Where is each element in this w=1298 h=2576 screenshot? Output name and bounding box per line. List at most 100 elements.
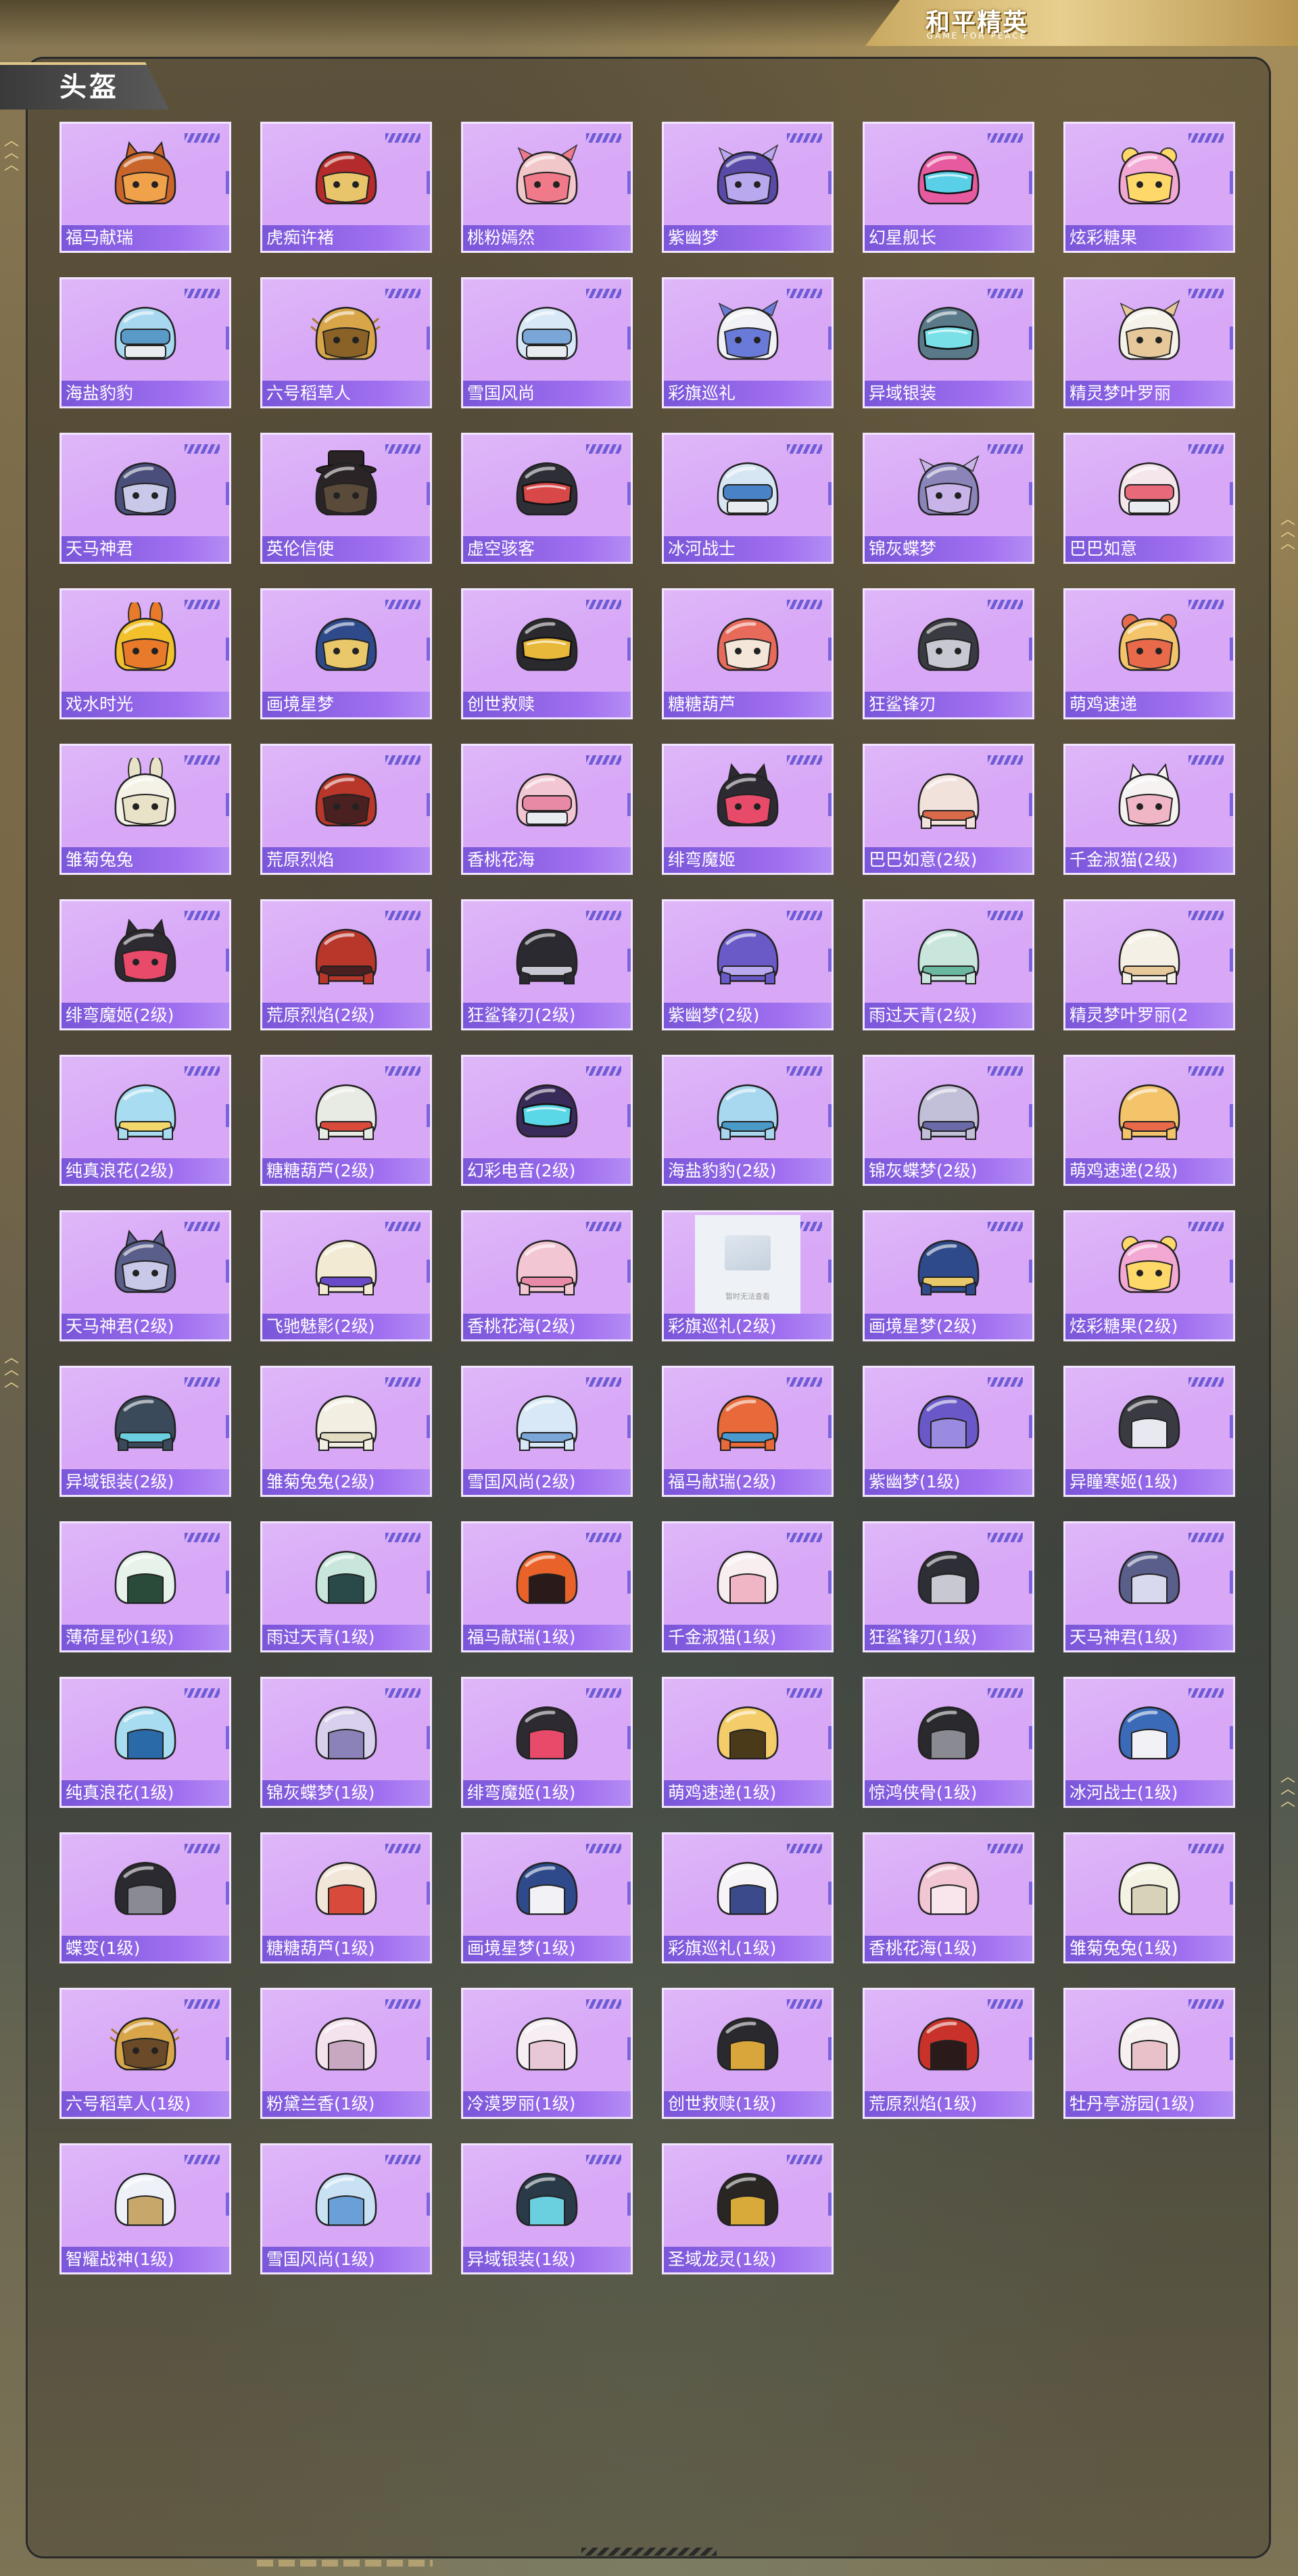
helmet-card[interactable]: 海盐豹豹 (59, 277, 231, 408)
helmet-card[interactable]: 紫幽梦(1级) (863, 1366, 1034, 1497)
helmet-card[interactable]: 海盐豹豹(2级) (662, 1055, 834, 1186)
helmet-card[interactable]: 福马献瑞(2级) (662, 1366, 834, 1497)
card-stripes (1188, 444, 1224, 454)
helmet-card[interactable]: 冷漠罗丽(1级) (461, 1988, 633, 2119)
helmet-card[interactable]: 英伦信使 (260, 433, 432, 564)
helmet-card[interactable]: 彩旗巡礼(1级) (662, 1832, 834, 1963)
helmet-card[interactable]: 紫幽梦 (662, 122, 834, 253)
helmet-name: 异域银装(1级) (463, 2247, 631, 2272)
helmet-card[interactable]: 香桃花海(2级) (461, 1210, 633, 1341)
card-side-tick (627, 1104, 631, 1127)
helmet-card[interactable]: 画境星梦(1级) (461, 1832, 633, 1963)
helmet-card[interactable]: 糖糖葫芦(1级) (260, 1832, 432, 1963)
helmet-card[interactable]: 雏菊兔兔(2级) (260, 1366, 432, 1497)
helmet-card[interactable]: 天马神君(2级) (59, 1210, 231, 1341)
helmet-card[interactable]: 锦灰蝶梦(2级) (863, 1055, 1034, 1186)
helmet-card[interactable]: 桃粉嫣然 (461, 122, 633, 253)
card-side-tick (1029, 1882, 1032, 1905)
helmet-card[interactable]: 幻彩电音(2级) (461, 1055, 633, 1186)
helmet-card[interactable]: 牡丹亭游园(1级) (1063, 1988, 1235, 2119)
card-stripes (988, 1222, 1023, 1231)
card-stripes (185, 1844, 220, 1853)
helmet-card[interactable]: 千金淑猫(2级) (1063, 744, 1235, 875)
helmet-card[interactable]: 圣域龙灵(1级) (662, 2143, 834, 2274)
helmet-card[interactable]: 粉黛兰香(1级) (260, 1988, 432, 2119)
card-stripes (1188, 600, 1224, 609)
helmet-name: 绯弯魔姬 (664, 847, 832, 873)
helmet-card[interactable]: 荒原烈焰 (260, 744, 432, 875)
card-side-tick (1029, 1726, 1032, 1749)
card-stripes (988, 1533, 1023, 1542)
helmet-card[interactable]: 精灵梦叶罗丽 (1063, 277, 1235, 408)
helmet-card[interactable]: 薄荷星砂(1级) (59, 1521, 231, 1652)
helmet-card[interactable]: 冰河战士(1级) (1063, 1677, 1235, 1808)
helmet-card[interactable]: 异域银装(2级) (59, 1366, 231, 1497)
helmet-card[interactable]: 香桃花海 (461, 744, 633, 875)
helmet-card[interactable]: 精灵梦叶罗丽(2 (1063, 899, 1235, 1030)
helmet-card[interactable]: 雪国风尚(1级) (260, 2143, 432, 2274)
helmet-card[interactable]: 糖糖葫芦 (662, 588, 834, 719)
helmet-name: 惊鸿侠骨(1级) (865, 1780, 1032, 1806)
helmet-card[interactable]: 狂鲨锋刃 (863, 588, 1034, 719)
helmet-card[interactable]: 锦灰蝶梦 (863, 433, 1034, 564)
helmet-icon (315, 151, 377, 205)
card-stripes (586, 2155, 621, 2164)
helmet-card[interactable]: 狂鲨锋刃(2级) (461, 899, 633, 1030)
helmet-card[interactable]: 雏菊兔兔 (59, 744, 231, 875)
helmet-card[interactable]: 画境星梦 (260, 588, 432, 719)
helmet-card[interactable]: 创世救赎 (461, 588, 633, 719)
helmet-card[interactable]: 戏水时光 (59, 588, 231, 719)
helmet-card[interactable]: 天马神君 (59, 433, 231, 564)
helmet-card[interactable]: 锦灰蝶梦(1级) (260, 1677, 432, 1808)
helmet-card[interactable]: 创世救赎(1级) (662, 1988, 834, 2119)
helmet-card[interactable]: 六号稻草人(1级) (59, 1988, 231, 2119)
helmet-card[interactable]: 巴巴如意 (1063, 433, 1235, 564)
helmet-card[interactable]: 六号稻草人 (260, 277, 432, 408)
helmet-card[interactable]: 绯弯魔姬(1级) (461, 1677, 633, 1808)
helmet-card[interactable]: 炫彩糖果(2级) (1063, 1210, 1235, 1341)
helmet-card[interactable]: 冰河战士 (662, 433, 834, 564)
helmet-card[interactable]: 雏菊兔兔(1级) (1063, 1832, 1235, 1963)
helmet-card[interactable]: 惊鸿侠骨(1级) (863, 1677, 1034, 1808)
helmet-card[interactable]: 绯弯魔姬(2级) (59, 899, 231, 1030)
helmet-card[interactable]: 虚空骇客 (461, 433, 633, 564)
card-side-tick (828, 1104, 832, 1127)
helmet-card[interactable]: 蝶变(1级) (59, 1832, 231, 1963)
helmet-card[interactable]: 福马献瑞(1级) (461, 1521, 633, 1652)
helmet-card[interactable]: 彩旗巡礼 (662, 277, 834, 408)
helmet-name: 虎痴许褚 (262, 225, 430, 251)
helmet-card[interactable]: 雨过天青(2级) (863, 899, 1034, 1030)
helmet-card[interactable]: 纯真浪花(2级) (59, 1055, 231, 1186)
helmet-card[interactable]: 雨过天青(1级) (260, 1521, 432, 1652)
helmet-card[interactable]: 雪国风尚 (461, 277, 633, 408)
helmet-card[interactable]: 炫彩糖果 (1063, 122, 1235, 253)
helmet-card[interactable]: 千金淑猫(1级) (662, 1521, 834, 1652)
helmet-card[interactable]: 荒原烈焰(1级) (863, 1988, 1034, 2119)
helmet-card[interactable]: 智耀战神(1级) (59, 2143, 231, 2274)
helmet-card[interactable]: 雪国风尚(2级) (461, 1366, 633, 1497)
helmet-card[interactable]: 异域银装(1级) (461, 2143, 633, 2274)
helmet-card[interactable]: 巴巴如意(2级) (863, 744, 1034, 875)
helmet-card[interactable]: 纯真浪花(1级) (59, 1677, 231, 1808)
helmet-card[interactable]: 虎痴许褚 (260, 122, 432, 253)
helmet-card[interactable]: 幻星舰长 (863, 122, 1034, 253)
helmet-card[interactable]: 画境星梦(2级) (863, 1210, 1034, 1341)
helmet-card[interactable]: 糖糖葫芦(2级) (260, 1055, 432, 1186)
helmet-card[interactable]: 紫幽梦(2级) (662, 899, 834, 1030)
helmet-card[interactable]: 异域银装 (863, 277, 1034, 408)
helmet-card[interactable]: 福马献瑞 (59, 122, 231, 253)
helmet-card[interactable]: 香桃花海(1级) (863, 1832, 1034, 1963)
card-stripes (787, 1844, 822, 1853)
helmet-card[interactable]: 暂时无法查看 彩旗巡礼(2级) (662, 1210, 834, 1341)
helmet-card[interactable]: 萌鸡速递(2级) (1063, 1055, 1235, 1186)
helmet-card[interactable]: 异瞳寒姬(1级) (1063, 1366, 1235, 1497)
helmet-card[interactable]: 飞驰魅影(2级) (260, 1210, 432, 1341)
helmet-card[interactable]: 狂鲨锋刃(1级) (863, 1521, 1034, 1652)
helmet-card[interactable]: 荒原烈焰(2级) (260, 899, 432, 1030)
helmet-card[interactable]: 萌鸡速递(1级) (662, 1677, 834, 1808)
helmet-name: 圣域龙灵(1级) (664, 2247, 832, 2272)
helmet-card[interactable]: 萌鸡速递 (1063, 588, 1235, 719)
helmet-card[interactable]: 绯弯魔姬 (662, 744, 834, 875)
helmet-card[interactable]: 天马神君(1级) (1063, 1521, 1235, 1652)
card-side-tick (1029, 482, 1032, 505)
